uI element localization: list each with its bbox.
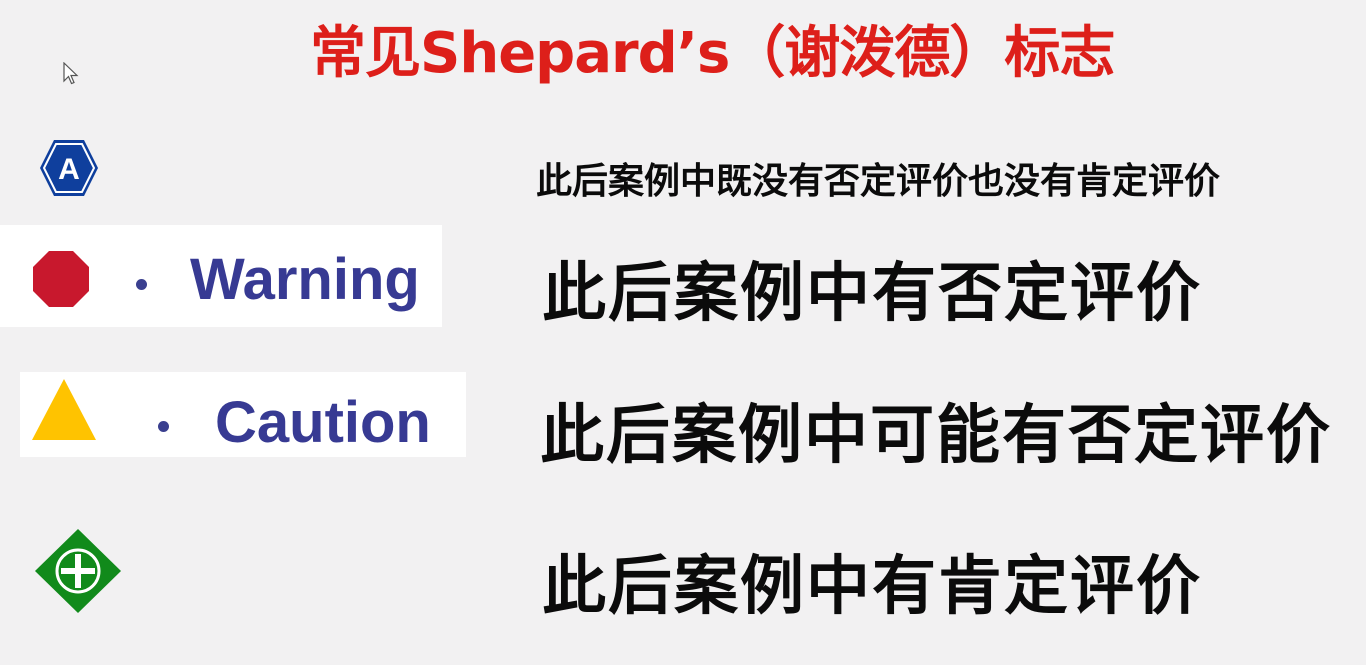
green-diamond-plus-icon	[35, 529, 121, 613]
warning-label: Warning	[190, 247, 420, 312]
caution-bullet	[158, 421, 169, 432]
row-1-description: 此后案例中既没有否定评价也没有肯定评价	[536, 161, 1221, 202]
analysis-icon-letter: A	[58, 153, 80, 186]
mouse-cursor-icon	[63, 62, 79, 85]
row-3-description: 此后案例中可能有否定评价	[540, 399, 1332, 473]
yellow-triangle-icon	[32, 379, 96, 440]
page-title: 常见Shepard’s（谢泼德）标志	[310, 21, 1115, 86]
analysis-hexagon-a-icon: A	[40, 140, 98, 196]
caution-label: Caution	[215, 390, 431, 455]
row-2-description: 此后案例中有否定评价	[542, 257, 1202, 331]
red-octagon-stop-icon	[33, 251, 89, 307]
row-4-description: 此后案例中有肯定评价	[542, 550, 1202, 624]
warning-bullet	[136, 279, 147, 290]
slide: 常见Shepard’s（谢泼德）标志 A 此后案例中既没有否定评价也没有肯定评价…	[0, 0, 1366, 665]
